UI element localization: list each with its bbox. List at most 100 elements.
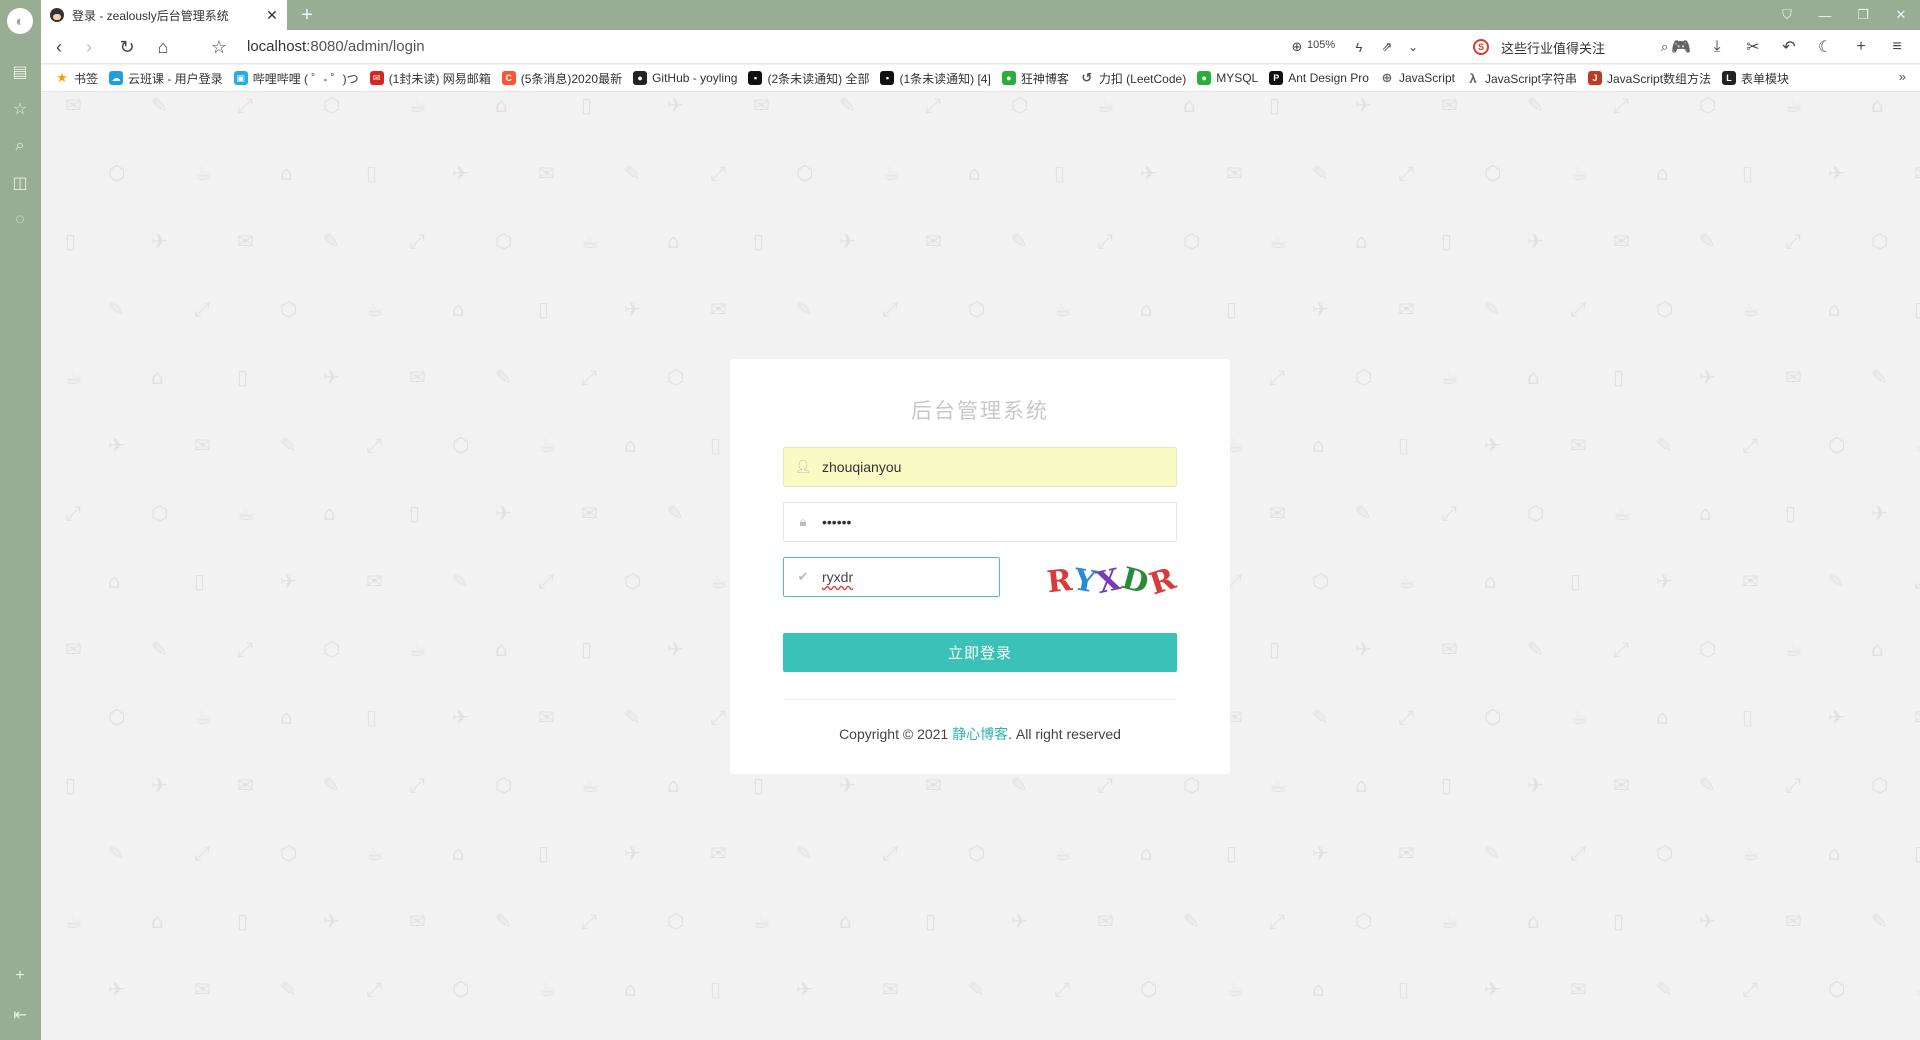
chevron-down-icon[interactable]: ⌄ bbox=[1401, 35, 1425, 59]
pattern-glyph: ▯ bbox=[925, 909, 937, 933]
pattern-glyph: ⌂ bbox=[1656, 161, 1669, 185]
bookmark-item[interactable]: ⊕ JavaScript bbox=[1380, 70, 1454, 85]
home-icon[interactable]: ⌂ bbox=[151, 35, 175, 59]
forward-icon[interactable]: › bbox=[77, 35, 101, 59]
js-icon: J bbox=[1588, 71, 1602, 85]
tab-close-icon[interactable]: ✕ bbox=[263, 7, 281, 24]
menu-icon[interactable]: ≡ bbox=[1879, 35, 1915, 59]
bookmark-label: JavaScript字符串 bbox=[1484, 71, 1577, 86]
add-icon[interactable]: + bbox=[8, 964, 32, 988]
pattern-glyph: ⬡ bbox=[495, 773, 513, 797]
game-icon[interactable]: 🎮 bbox=[1663, 35, 1699, 59]
pattern-glyph: ✈ bbox=[1656, 569, 1673, 593]
search-box[interactable]: S 这些行业值得关注 ⌕ bbox=[1473, 35, 1668, 59]
pattern-glyph: ✈ bbox=[839, 229, 856, 253]
pattern-glyph: ✈ bbox=[1355, 93, 1372, 117]
browser-logo-icon[interactable]: ◐ bbox=[7, 8, 33, 34]
favorites-star-icon[interactable]: ☆ bbox=[8, 97, 32, 121]
pattern-glyph: ▯ bbox=[1570, 569, 1582, 593]
bookmark-item[interactable]: ● 狂神博客 bbox=[1001, 70, 1069, 87]
pattern-glyph: ☕ bbox=[581, 773, 599, 797]
pattern-glyph: ⤢ bbox=[882, 297, 898, 321]
bookmark-item[interactable]: ☁ 云班课 - 用户登录 bbox=[109, 70, 223, 87]
captcha-field[interactable]: ✔ ryxdr bbox=[783, 557, 1000, 597]
bookmark-item[interactable]: C (5条消息)2020最新 bbox=[501, 70, 622, 87]
bookmark-item[interactable]: ↺ 力扣 (LeetCode) bbox=[1080, 70, 1186, 87]
undo-icon[interactable]: ↶ bbox=[1771, 35, 1807, 59]
reload-icon[interactable]: ↻ bbox=[115, 35, 139, 59]
address-bar[interactable]: localhost:8080/admin/login bbox=[247, 38, 425, 55]
bookmark-item[interactable]: ● GitHub - yoyling bbox=[633, 71, 737, 85]
back-icon[interactable]: ‹ bbox=[47, 35, 71, 59]
minimize-icon[interactable]: — bbox=[1806, 0, 1844, 30]
screenshot-scissors-icon[interactable]: ✂ bbox=[1735, 35, 1771, 59]
pattern-glyph: ☕ bbox=[753, 909, 771, 933]
bookmarks-more-icon[interactable]: » bbox=[1899, 69, 1906, 84]
pattern-glyph: ⬡ bbox=[1312, 569, 1330, 593]
username-field[interactable]: 👤︎ zhouqianyou bbox=[783, 447, 1177, 487]
bookmark-item[interactable]: λ JavaScript字符串 bbox=[1466, 70, 1577, 87]
pattern-glyph: ▯ bbox=[409, 501, 421, 525]
window-controls: ⛉ — ❐ ✕ bbox=[1768, 0, 1920, 30]
pattern-glyph: ⌂ bbox=[1140, 297, 1153, 321]
new-tab-icon[interactable]: + bbox=[295, 3, 319, 27]
download-icon[interactable]: ⤓ bbox=[1699, 35, 1735, 59]
pattern-glyph: ✎ bbox=[1312, 705, 1329, 729]
share-icon[interactable]: ⇗ bbox=[1375, 35, 1399, 59]
browser-tab[interactable]: 登录 - zealously后台管理系统 ✕ bbox=[41, 0, 287, 30]
pattern-glyph: ✉ bbox=[65, 637, 82, 661]
skin-icon[interactable]: ⛉ bbox=[1768, 0, 1806, 30]
search-engine-icon[interactable]: S bbox=[1473, 39, 1489, 55]
pattern-glyph: ✈ bbox=[280, 569, 297, 593]
password-value: •••••• bbox=[822, 514, 852, 530]
captcha-input-value: ryxdr bbox=[822, 569, 854, 585]
pattern-glyph: ☕ bbox=[882, 161, 900, 185]
pattern-glyph: ⌂ bbox=[839, 909, 852, 933]
bookmark-item[interactable]: ▣ 哔哩哔哩 ( ゜- ゜)つ bbox=[233, 70, 359, 87]
bookmark-item[interactable]: ★ 书签 bbox=[55, 70, 98, 87]
night-mode-icon[interactable]: ☾ bbox=[1807, 35, 1843, 59]
pattern-glyph: ✉ bbox=[538, 705, 555, 729]
pattern-glyph: ✎ bbox=[1656, 433, 1673, 457]
bookmark-item[interactable]: ● MYSQL bbox=[1197, 71, 1258, 85]
bookmark-item[interactable]: L 表单模块 bbox=[1722, 70, 1789, 87]
password-field[interactable]: 🔒︎ •••••• bbox=[783, 502, 1177, 542]
pattern-glyph: ⤢ bbox=[882, 841, 898, 865]
pattern-glyph: ✉ bbox=[710, 841, 727, 865]
bookmark-star-icon[interactable]: ☆ bbox=[207, 35, 231, 59]
restore-icon[interactable]: ❐ bbox=[1844, 0, 1882, 30]
bookmark-item[interactable]: J JavaScript数组方法 bbox=[1588, 70, 1711, 87]
leetcode-icon: ↺ bbox=[1081, 70, 1093, 85]
new-icon[interactable]: + bbox=[1843, 35, 1879, 59]
pattern-glyph: ✉ bbox=[1742, 569, 1759, 593]
bookmark-item[interactable]: ▪ (2条未读通知) 全部 bbox=[748, 70, 869, 87]
pattern-glyph: ✉ bbox=[1269, 501, 1286, 525]
pattern-glyph: ✉ bbox=[1613, 773, 1630, 797]
pattern-glyph: ☕ bbox=[1570, 705, 1588, 729]
pattern-glyph: ▯ bbox=[1398, 977, 1410, 1001]
login-button[interactable]: 立即登录 bbox=[783, 633, 1177, 672]
bookmark-item[interactable]: ✉ (1封未读) 网易邮箱 bbox=[369, 70, 491, 87]
pattern-glyph: ⬡ bbox=[796, 161, 814, 185]
zoom-level[interactable]: 105% bbox=[1307, 39, 1335, 51]
pattern-glyph: ⤢ bbox=[1785, 773, 1801, 797]
flash-icon[interactable]: ϟ bbox=[1347, 35, 1371, 59]
bookmark-item[interactable]: P Ant Design Pro bbox=[1269, 71, 1369, 85]
bookmark-item[interactable]: ▪ (1条未读通知) [4] bbox=[880, 70, 991, 87]
search-icon[interactable]: ⌕ bbox=[8, 134, 32, 158]
page-content: ✉ ✎ ⤢ ⬡ ☕ ⌂ ▯ ✈ ✉ ✎ ⤢ ⬡ ☕ ⌂ ▯ ✈ ✉ ✎ ⤢ ⬡ ☕ ⌂ ⬡ ☕ ⌂ ▯ ✈ ✉ ✎ ⤢ ⬡ ☕ ⌂ ▯ ✈ ✉ ✎ ⤢ ⬡ ☕… bbox=[41, 93, 1920, 1040]
captcha-image[interactable]: RYXDR bbox=[1044, 560, 1182, 602]
pattern-glyph: ⬡ bbox=[968, 841, 986, 865]
blog-link[interactable]: 静心博客 bbox=[952, 726, 1008, 742]
pattern-glyph: ⬡ bbox=[1140, 977, 1158, 1001]
book-icon[interactable]: ◫ bbox=[8, 171, 32, 195]
window-close-icon[interactable]: ✕ bbox=[1882, 0, 1920, 30]
reader-icon[interactable]: ▤ bbox=[8, 60, 32, 84]
pattern-glyph: ✈ bbox=[1484, 977, 1501, 1001]
collapse-sidebar-icon[interactable]: ⇤ bbox=[8, 1003, 32, 1027]
chat-icon[interactable]: ◌ bbox=[8, 208, 32, 232]
pattern-glyph: ⌂ bbox=[495, 93, 508, 117]
pattern-glyph: ⬡ bbox=[1355, 909, 1373, 933]
pattern-glyph: ✈ bbox=[1871, 501, 1888, 525]
pattern-glyph: ⤢ bbox=[194, 841, 210, 865]
